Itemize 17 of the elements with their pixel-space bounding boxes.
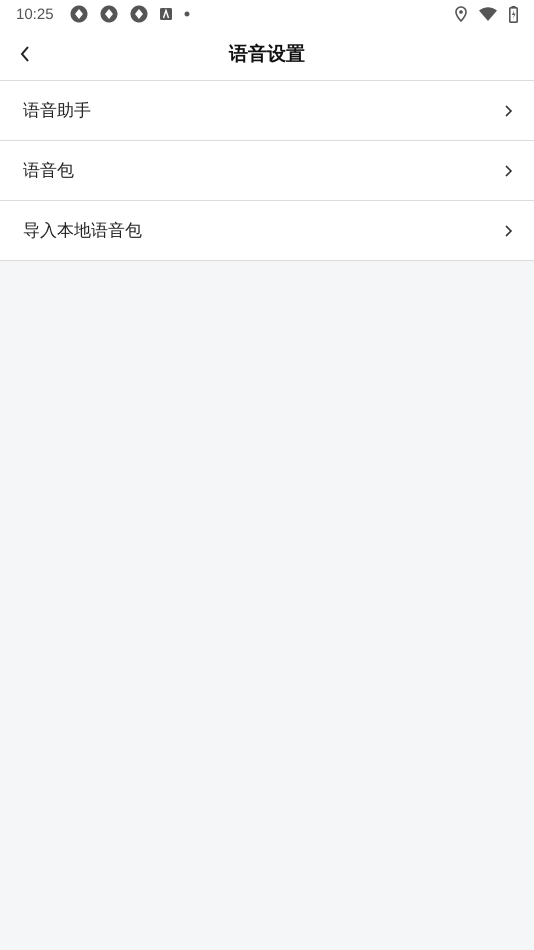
dot-icon [184,11,190,17]
back-icon [20,46,30,62]
chevron-right-icon [505,164,512,176]
chevron-right-icon [505,224,512,236]
menu-item[interactable]: 语音包 [0,141,534,201]
status-time: 10:25 [16,6,54,22]
app-notification-icon [160,8,172,20]
page-title: 语音设置 [229,42,305,67]
chevron-right-icon [505,104,512,116]
menu-item-label: 语音包 [23,160,75,182]
menu-item-label: 导入本地语音包 [23,220,143,242]
battery-icon [509,6,518,22]
location-icon [455,6,467,22]
wifi-icon [479,7,497,21]
menu-item[interactable]: 导入本地语音包 [0,201,534,261]
menu-item[interactable]: 语音助手 [0,81,534,141]
menu-item-label: 语音助手 [23,100,92,122]
